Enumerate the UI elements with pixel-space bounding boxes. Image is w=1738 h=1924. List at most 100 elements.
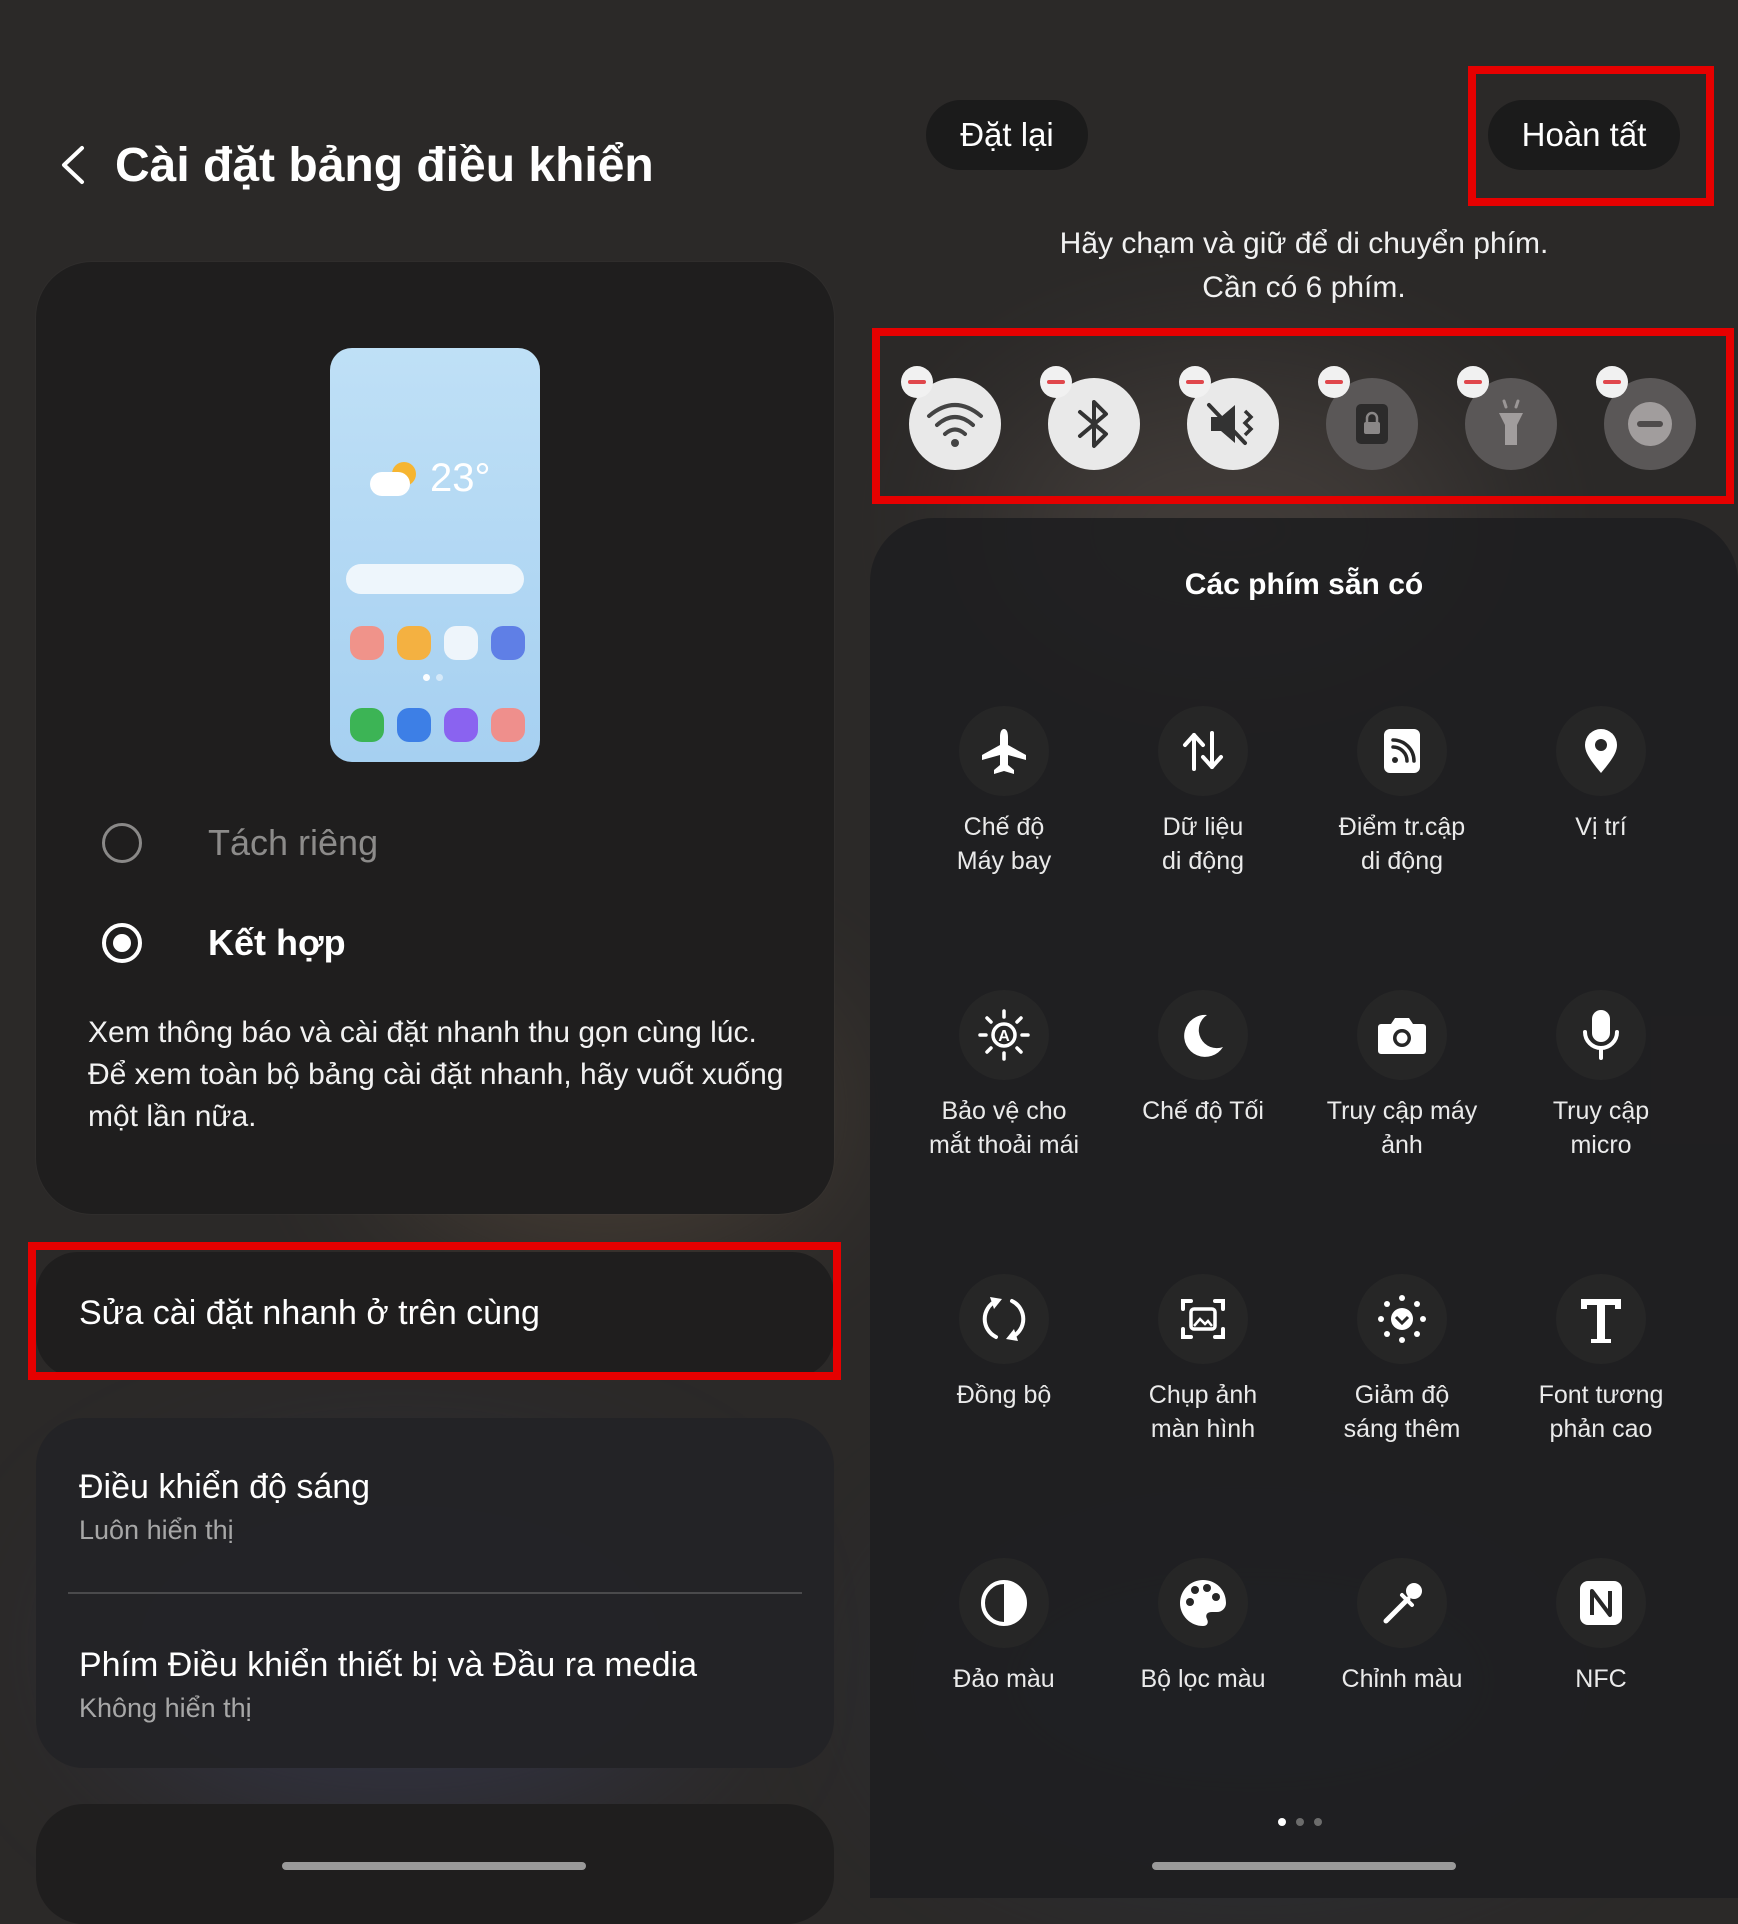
page-title: Cài đặt bảng điều khiển (115, 139, 654, 192)
divider (68, 1592, 802, 1594)
setting-subtitle: Luôn hiển thị (79, 1515, 234, 1545)
tile-eye-comfort[interactable]: A Bảo vệ cho mắt thoải mái (904, 990, 1104, 1162)
camera-access-icon (1357, 990, 1447, 1080)
remove-icon[interactable] (1457, 366, 1489, 398)
radio-button-unchecked[interactable] (102, 823, 142, 863)
mute-vibrate-icon (1207, 403, 1254, 445)
done-button[interactable]: Hoàn tất (1488, 100, 1680, 170)
page-indicator (1278, 1818, 1322, 1826)
tile-airplane-mode[interactable]: Chế độ Máy bay (904, 706, 1104, 878)
tile-microphone-access[interactable]: Truy cập micro (1501, 990, 1701, 1162)
extra-dim-icon (1357, 1274, 1447, 1364)
preview-app-icon (491, 708, 525, 742)
left-panel: Cài đặt bảng điều khiển 23° Tách riêng K… (0, 0, 870, 1924)
option-separate[interactable]: Tách riêng (102, 822, 378, 864)
airplane-icon (959, 706, 1049, 796)
tile-nfc[interactable]: NFC (1501, 1558, 1701, 1696)
preview-app-icon (397, 626, 431, 660)
do-not-disturb-icon (1628, 402, 1672, 446)
remove-icon[interactable] (901, 366, 933, 398)
dark-mode-icon (1158, 990, 1248, 1080)
radio-button-checked[interactable] (102, 923, 142, 963)
tile-extra-dim[interactable]: Giảm độ sáng thêm (1302, 1274, 1502, 1446)
location-icon (1556, 706, 1646, 796)
setting-title: Phím Điều khiển thiết bị và Đầu ra media (79, 1646, 697, 1684)
preview-app-icon (444, 708, 478, 742)
option-description: Xem thông báo và cài đặt nhanh thu gọn c… (88, 1016, 784, 1133)
tile-label: Bộ lọc màu (1140, 1665, 1266, 1693)
setting-subtitle: Không hiển thị (79, 1693, 252, 1723)
remove-icon[interactable] (1179, 366, 1211, 398)
preview-app-row (350, 626, 525, 660)
edit-quick-settings-label: Sửa cài đặt nhanh ở trên cùng (79, 1294, 540, 1332)
device-media-controls-setting[interactable]: Phím Điều khiển thiết bị và Đầu ra media… (79, 1646, 697, 1724)
tile-color-correction[interactable]: Chỉnh màu (1302, 1558, 1502, 1696)
tile-label: Giảm độ sáng thêm (1343, 1381, 1461, 1443)
option-label: Kết hợp (208, 922, 346, 963)
tile-label: Bảo vệ cho mắt thoải mái (928, 1097, 1080, 1159)
preview-app-icon (444, 626, 478, 660)
tile-label: Điểm tr.cập di động (1338, 813, 1466, 875)
phone-preview: 23° (330, 348, 540, 762)
eye-comfort-icon: A (959, 990, 1049, 1080)
weather-widget: 23° (370, 456, 491, 501)
tile-label: Chế độ Tối (1142, 1097, 1264, 1125)
bluetooth-icon (1078, 400, 1108, 448)
hint-subtext: Cần có 6 phím. (1202, 271, 1406, 304)
flashlight-icon (1499, 399, 1523, 445)
nfc-icon (1556, 1558, 1646, 1648)
tile-sync[interactable]: Đồng bộ (904, 1274, 1104, 1412)
preview-temperature: 23° (430, 456, 491, 500)
tile-mobile-hotspot[interactable]: Điểm tr.cập di động (1302, 706, 1502, 878)
back-arrow-icon[interactable] (50, 140, 100, 190)
active-tile-do-not-disturb[interactable] (1596, 366, 1696, 470)
tile-dark-mode[interactable]: Chế độ Tối (1103, 990, 1303, 1128)
right-panel: Đặt lại Hoàn tất Hãy chạm và giữ để di c… (870, 0, 1738, 1898)
tile-label: Dữ liệu di động (1161, 813, 1245, 875)
tile-label: Truy cập micro (1552, 1097, 1650, 1159)
preview-dock-row (350, 708, 525, 742)
high-contrast-font-icon (1556, 1274, 1646, 1364)
tile-camera-access[interactable]: Truy cập máy ảnh (1302, 990, 1502, 1162)
panel-layout-card: 23° Tách riêng Kết hợp Xem thông báo và … (36, 262, 834, 1214)
option-label: Tách riêng (208, 822, 379, 863)
mobile-data-icon (1158, 706, 1248, 796)
edit-quick-settings-button[interactable]: Sửa cài đặt nhanh ở trên cùng (36, 1252, 834, 1378)
reset-button[interactable]: Đặt lại (926, 100, 1088, 170)
option-combined[interactable]: Kết hợp (102, 922, 346, 964)
available-buttons-panel: Các phím sẵn có Chế độ Máy bay Dữ liệu d… (870, 518, 1738, 1898)
tile-label: Đảo màu (953, 1665, 1055, 1693)
tile-screenshot[interactable]: Chụp ảnh màn hình (1103, 1274, 1303, 1446)
brightness-control-setting[interactable]: Điều khiển độ sáng Luôn hiển thị (79, 1468, 370, 1546)
svg-text:A: A (998, 1028, 1010, 1045)
active-tile-sound[interactable] (1179, 366, 1279, 470)
sync-icon (959, 1274, 1049, 1364)
tile-label: Chế độ Máy bay (956, 813, 1052, 875)
tile-location[interactable]: Vị trí (1501, 706, 1701, 844)
preview-search-bar (346, 564, 524, 594)
active-tile-wifi[interactable] (901, 366, 1001, 470)
tile-label: Font tương phản cao (1538, 1381, 1664, 1443)
tile-color-filter[interactable]: Bộ lọc màu (1103, 1558, 1303, 1696)
remove-icon[interactable] (1040, 366, 1072, 398)
color-inversion-icon (959, 1558, 1049, 1648)
remove-icon[interactable] (1318, 366, 1350, 398)
active-tile-bluetooth[interactable] (1040, 366, 1140, 470)
active-tile-rotation-lock[interactable] (1318, 366, 1418, 470)
tile-label: Truy cập máy ảnh (1326, 1097, 1478, 1159)
wifi-icon (927, 403, 983, 447)
tile-mobile-data[interactable]: Dữ liệu di động (1103, 706, 1303, 878)
remove-icon[interactable] (1596, 366, 1628, 398)
active-tile-flashlight[interactable] (1457, 366, 1557, 470)
tile-color-inversion[interactable]: Đảo màu (904, 1558, 1104, 1696)
microphone-icon (1556, 990, 1646, 1080)
tile-high-contrast-font[interactable]: Font tương phản cao (1501, 1274, 1701, 1446)
tile-label: Đồng bộ (956, 1381, 1052, 1409)
tile-label: Vị trí (1575, 813, 1627, 841)
tile-label: NFC (1575, 1665, 1627, 1693)
rotation-lock-icon (1356, 404, 1388, 444)
setting-title: Điều khiển độ sáng (79, 1468, 371, 1506)
home-indicator (282, 1862, 586, 1870)
color-correction-icon (1357, 1558, 1447, 1648)
screenshot-icon (1158, 1274, 1248, 1364)
